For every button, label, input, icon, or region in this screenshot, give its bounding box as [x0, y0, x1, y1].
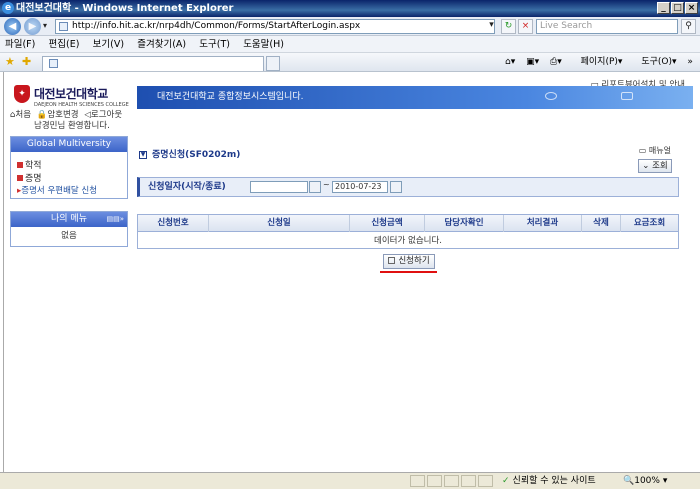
address-input[interactable]: http://info.hit.ac.kr/nrp4dh/Common/Form…	[55, 19, 495, 34]
start-date-input[interactable]	[250, 181, 308, 193]
table-header: 신청번호 신청일 신청금액 담당자확인 처리결과 삭제 요금조회	[138, 215, 678, 232]
zoom-control[interactable]: 🔍100% ▾	[623, 474, 667, 488]
college-shield-icon: ✦	[14, 85, 30, 103]
folder-icon	[17, 162, 23, 168]
empty-message: 데이터가 없습니다.	[374, 236, 442, 246]
tab-page-icon	[49, 59, 58, 68]
sidebar-header: Global Multiversity	[11, 137, 127, 152]
pencil-icon	[388, 257, 396, 264]
address-dropdown-icon[interactable]: ▾	[484, 19, 499, 34]
request-table: 신청번호 신청일 신청금액 담당자확인 처리결과 삭제 요금조회 데이터가 없습…	[137, 214, 679, 249]
page-menu[interactable]: 페이지(P)▾	[573, 57, 623, 67]
menu-tools[interactable]: 도구(T)	[194, 36, 235, 53]
title-marker-icon: ▼	[139, 150, 147, 159]
check-icon: ✓	[502, 476, 510, 486]
favorites-star-icon[interactable]: ★	[5, 55, 15, 68]
page-content: ▭ 리포트뷰어설치 및 안내 ✦ 대전보건대학교 DAEJEON HEALTH …	[3, 72, 697, 472]
refresh-icon[interactable]: ↻	[501, 19, 516, 34]
my-menu-body: 없음	[61, 231, 77, 241]
my-menu-header: 나의 메뉴 ▤▤»	[11, 212, 127, 227]
column-header: 신청일	[209, 215, 350, 232]
menu-favorites[interactable]: 즐겨찾기(A)	[132, 36, 191, 53]
browser-tab[interactable]	[42, 56, 264, 71]
page-icon	[59, 22, 68, 31]
minimize-button[interactable]: _	[657, 2, 670, 14]
sidebar-item-academic[interactable]: 학적	[17, 158, 42, 171]
back-button[interactable]: ◀	[4, 18, 21, 35]
filter-label: 신청일자(시작/종료)	[148, 182, 226, 192]
apply-button[interactable]: 신청하기	[383, 254, 435, 269]
menu-edit[interactable]: 편집(E)	[44, 36, 85, 53]
column-header: 담당자확인	[425, 215, 504, 232]
my-menu-more-icon[interactable]: ▤▤»	[106, 212, 124, 227]
command-bar: ⌂▾ ▣▾ ⎙▾ 페이지(P)▾ 도구(O)▾ »	[497, 55, 693, 70]
ie-logo-icon: e	[2, 2, 14, 14]
banner-lock-icon	[621, 92, 633, 100]
window-title: 대전보건대학 - Windows Internet Explorer	[16, 3, 234, 14]
column-header: 삭제	[582, 215, 621, 232]
feeds-icon[interactable]: ▣▾	[526, 57, 539, 67]
system-banner: 대전보건대학교 종합정보시스템입니다.	[137, 86, 693, 109]
more-chevron-icon[interactable]: »	[687, 57, 693, 67]
end-date-input[interactable]: 2010-07-23	[332, 181, 388, 193]
new-tab-button[interactable]	[266, 56, 280, 71]
sidebar-item-mail-delivery[interactable]: ▸증명서 우편배달 신청	[17, 184, 97, 196]
history-dropdown-icon[interactable]: ▾	[43, 21, 47, 30]
my-menu-panel: 나의 메뉴 ▤▤» 없음	[10, 211, 128, 247]
column-header: 신청금액	[350, 215, 425, 232]
security-zone[interactable]: ✓ 신뢰할 수 있는 사이트	[502, 474, 596, 488]
status-bar: ✓ 신뢰할 수 있는 사이트 🔍100% ▾	[0, 472, 700, 489]
menu-file[interactable]: 파일(F)	[0, 36, 40, 53]
highlight-underline	[380, 271, 437, 273]
window-titlebar: e 대전보건대학 - Windows Internet Explorer _ □…	[0, 0, 700, 17]
menu-view[interactable]: 보기(V)	[88, 36, 129, 53]
menu-bar: 파일(F) 편집(E) 보기(V) 즐겨찾기(A) 도구(T) 도움말(H)	[0, 36, 700, 53]
search-input[interactable]: Live Search	[536, 19, 678, 34]
column-header: 요금조회	[633, 218, 666, 228]
calendar-icon[interactable]	[390, 181, 402, 193]
address-toolbar: ◀ ▶ ▾ http://info.hit.ac.kr/nrp4dh/Commo…	[0, 17, 700, 36]
forward-button[interactable]: ▶	[24, 18, 41, 35]
close-window-button[interactable]: ×	[685, 2, 698, 14]
home-link[interactable]: ⌂처음	[10, 110, 31, 120]
calendar-icon[interactable]	[309, 181, 321, 193]
manual-link[interactable]: ▭ 매뉴얼	[639, 145, 671, 156]
banner-deco-icon	[545, 92, 557, 100]
page-title: ▼ 증명신청(SF0202m)	[139, 150, 241, 160]
sidebar-menu: Global Multiversity 학적 증명 ▸증명서 우편배달 신청	[10, 136, 128, 199]
maximize-button[interactable]: □	[671, 2, 684, 14]
search-icon[interactable]: ⚲	[681, 19, 696, 34]
sidebar-item-certificate[interactable]: 증명	[17, 171, 42, 184]
column-header: 신청번호	[138, 215, 209, 232]
inquiry-button[interactable]: ⌄ 조회	[638, 159, 672, 173]
chevron-down-icon: ⌄	[642, 161, 650, 171]
welcome-text: 남경민님 환영합니다.	[34, 121, 110, 131]
menu-help[interactable]: 도움말(H)	[238, 36, 289, 53]
stop-icon[interactable]: ×	[518, 19, 533, 34]
column-header: 처리결과	[504, 215, 582, 232]
tools-menu[interactable]: 도구(O)▾	[633, 57, 676, 67]
folder-icon	[17, 175, 23, 181]
date-filter: 신청일자(시작/종료) ~ 2010-07-23	[137, 177, 679, 197]
home-icon[interactable]: ⌂▾	[505, 57, 515, 67]
add-favorites-icon[interactable]: ✚	[22, 55, 31, 68]
print-icon[interactable]: ⎙▾	[550, 57, 562, 67]
